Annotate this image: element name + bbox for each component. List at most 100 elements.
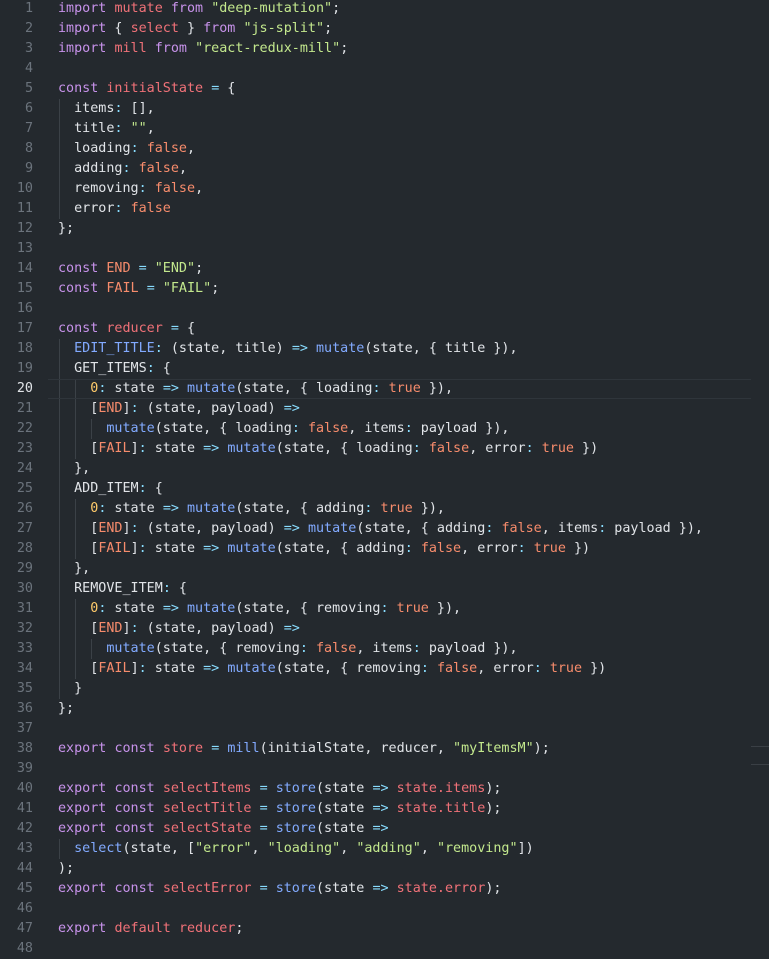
code-token: => xyxy=(372,801,389,816)
code-token: : xyxy=(138,181,147,196)
code-line[interactable]: 31 0: state => mutate(state, { removing:… xyxy=(0,599,769,619)
code-line[interactable]: 6 items: [], xyxy=(0,99,769,119)
code-line[interactable]: 13 xyxy=(0,239,769,259)
code-line[interactable]: 1 import mutate from "deep-mutation"; xyxy=(0,0,769,19)
code-token: ); xyxy=(485,881,502,896)
code-token: [ xyxy=(58,401,99,416)
code-token: EDIT_TITLE xyxy=(74,341,155,356)
code-line[interactable]: 11 error: false xyxy=(0,199,769,219)
code-token: default xyxy=(114,921,171,936)
code-line[interactable]: 41 export const selectTitle = store(state… xyxy=(0,799,769,819)
code-line[interactable]: 24 }, xyxy=(0,459,769,479)
code-line[interactable]: 20 0: state => mutate(state, { loading: … xyxy=(0,379,769,399)
line-number: 44 xyxy=(16,861,33,876)
code-line[interactable]: 34 [FAIL]: state => mutate(state, { remo… xyxy=(0,659,769,679)
code-token: mutate xyxy=(187,381,236,396)
line-number: 28 xyxy=(16,541,33,556)
line-number: 6 xyxy=(24,101,33,116)
code-line[interactable]: 14 const END = "END"; xyxy=(0,259,769,279)
code-line[interactable]: 18 EDIT_TITLE: (state, title) => mutate(… xyxy=(0,339,769,359)
code-line[interactable]: 48 xyxy=(0,939,769,959)
code-token: : xyxy=(412,641,421,656)
code-line[interactable]: 36}; xyxy=(0,699,769,719)
code-token: payload }), xyxy=(606,521,703,536)
code-text: import { select } from "js-split"; xyxy=(58,19,332,39)
code-line[interactable]: 46 xyxy=(0,899,769,919)
code-line[interactable]: 19 GET_ITEMS: { xyxy=(0,359,769,379)
code-line[interactable]: 9 adding: false, xyxy=(0,159,769,179)
code-token: => xyxy=(372,821,389,836)
line-number: 18 xyxy=(16,341,33,356)
code-token: (state xyxy=(316,821,373,836)
code-line[interactable]: 10 removing: false, xyxy=(0,179,769,199)
code-line[interactable]: 42 export const selectState = store(state… xyxy=(0,819,769,839)
code-line[interactable]: 2 import { select } from "js-split"; xyxy=(0,19,769,39)
code-token: }), xyxy=(420,381,454,396)
code-line[interactable]: 21 [END]: (state, payload) => xyxy=(0,399,769,419)
code-line[interactable]: 12}; xyxy=(0,219,769,239)
code-token: : xyxy=(420,661,429,676)
line-number: 16 xyxy=(16,301,33,316)
code-line[interactable]: 39 xyxy=(0,759,769,779)
code-token: select xyxy=(130,21,179,36)
code-editor[interactable]: 1 import mutate from "deep-mutation"; 2 imp… xyxy=(0,0,769,958)
line-number: 22 xyxy=(16,421,33,436)
code-line[interactable]: 25 ADD_ITEM: { xyxy=(0,479,769,499)
code-text: [END]: (state, payload) => xyxy=(58,619,300,639)
code-token: "removing" xyxy=(436,841,518,856)
code-line[interactable]: 32 [END]: (state, payload) => xyxy=(0,619,769,639)
code-line[interactable]: 29 }, xyxy=(0,559,769,579)
code-token: false xyxy=(501,521,542,536)
code-token: [ xyxy=(58,541,99,556)
code-token: false xyxy=(146,141,187,156)
code-line[interactable]: 7 title: "", xyxy=(0,119,769,139)
code-line[interactable]: 15 const FAIL = "FAIL"; xyxy=(0,279,769,299)
code-line[interactable]: 4 xyxy=(0,59,769,79)
code-token: ]) xyxy=(517,841,534,856)
code-token: "loading" xyxy=(267,841,341,856)
code-line[interactable]: 22 mutate(state, { loading: false, items… xyxy=(0,419,769,439)
line-number: 40 xyxy=(16,781,33,796)
code-line[interactable]: 30 REMOVE_ITEM: { xyxy=(0,579,769,599)
code-line[interactable]: 38 export const store = mill(initialState… xyxy=(0,739,769,759)
code-token: , xyxy=(195,181,204,196)
code-token: "adding" xyxy=(356,841,421,856)
code-token: adding xyxy=(58,161,123,176)
code-line[interactable]: 8 loading: false, xyxy=(0,139,769,159)
code-token: : xyxy=(404,541,413,556)
code-line[interactable]: 33 mutate(state, { removing: false, item… xyxy=(0,639,769,659)
code-line[interactable]: 16 xyxy=(0,299,769,319)
line-number: 5 xyxy=(24,81,33,96)
code-line[interactable]: 27 [END]: (state, payload) => mutate(sta… xyxy=(0,519,769,539)
code-text: REMOVE_ITEM: { xyxy=(58,579,187,599)
code-line[interactable]: 28 [FAIL]: state => mutate(state, { addi… xyxy=(0,539,769,559)
code-line[interactable]: 26 0: state => mutate(state, { adding: t… xyxy=(0,499,769,519)
code-line[interactable]: 37 xyxy=(0,719,769,739)
code-text: import mill from "react-redux-mill"; xyxy=(58,39,348,59)
code-line[interactable]: 47 export default reducer; xyxy=(0,919,769,939)
code-line[interactable]: 40 export const selectItems = store(state… xyxy=(0,779,769,799)
code-text: 0: state => mutate(state, { loading: tru… xyxy=(58,379,453,399)
code-line[interactable]: 35 } xyxy=(0,679,769,699)
code-line[interactable]: 23 [FAIL]: state => mutate(state, { load… xyxy=(0,439,769,459)
code-line[interactable]: 43 select(state, ["error", "loading", "a… xyxy=(0,839,769,859)
line-number: 15 xyxy=(16,281,33,296)
code-line[interactable]: 5 const initialState = { xyxy=(0,79,769,99)
code-token: : xyxy=(525,441,534,456)
line-number: 43 xyxy=(16,841,33,856)
code-token: FAIL xyxy=(106,281,139,296)
code-text: const FAIL = "FAIL"; xyxy=(58,279,219,299)
code-token: } xyxy=(178,21,204,36)
code-token: => xyxy=(162,381,179,396)
code-line[interactable]: 17 const reducer = { xyxy=(0,319,769,339)
code-line[interactable]: 45 export const selectError = store(state… xyxy=(0,879,769,899)
code-line[interactable]: 44); xyxy=(0,859,769,879)
code-line[interactable]: 3 import mill from "react-redux-mill"; xyxy=(0,39,769,59)
